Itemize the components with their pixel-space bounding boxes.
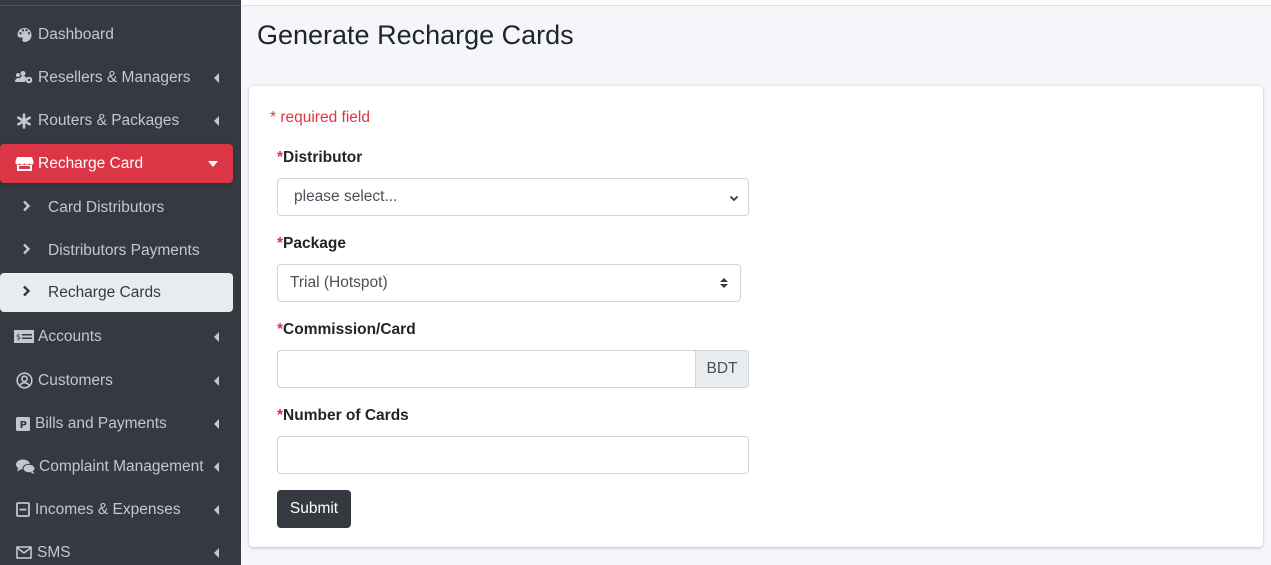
distributor-label: *Distributor [277, 149, 363, 166]
caret-down-icon [208, 160, 218, 167]
caret-left-icon [214, 115, 219, 126]
sidebar-item-label: Complaint Management [39, 457, 204, 475]
page-title: Generate Recharge Cards [257, 20, 574, 50]
caret-left-icon [214, 72, 219, 83]
palette-icon [14, 27, 34, 43]
chevron-right-icon [22, 243, 36, 258]
package-label: *Package [277, 235, 346, 252]
top-navbar [241, 0, 1271, 6]
distributor-select-value: please select... [294, 188, 398, 205]
package-select-value: Trial (Hotspot) [290, 274, 388, 291]
sidebar-item-routers-packages[interactable]: Routers & Packages [0, 101, 233, 140]
sidebar-subitem-distributors-payments[interactable]: Distributors Payments [0, 231, 233, 270]
users-cog-icon [14, 70, 34, 85]
envelope-icon [15, 546, 33, 559]
asterisk-icon [14, 112, 34, 129]
sidebar-item-label: Recharge Card [38, 154, 144, 172]
sidebar-item-accounts[interactable]: $ Accounts [0, 317, 233, 356]
minus-square-icon [15, 502, 31, 517]
sidebar-item-label: Dashboard [38, 25, 114, 43]
sidebar-divider [0, 0, 241, 6]
caret-left-icon [214, 375, 219, 386]
package-select[interactable]: Trial (Hotspot) [277, 264, 741, 302]
sidebar-item-customers[interactable]: Customers [0, 361, 233, 400]
caret-left-icon [214, 504, 219, 515]
sidebar-item-resellers-managers[interactable]: Resellers & Managers [0, 58, 233, 97]
commission-input[interactable] [277, 350, 695, 388]
caret-left-icon [214, 418, 219, 429]
commission-input-group: BDT [277, 350, 749, 388]
svg-text:$: $ [16, 333, 21, 342]
sidebar-item-complaint-management[interactable]: Complaint Management [0, 447, 233, 486]
sidebar-subitem-label: Recharge Cards [48, 283, 161, 301]
sidebar-item-label: Bills and Payments [35, 414, 167, 432]
sort-icon [720, 278, 728, 288]
sidebar-subitem-label: Card Distributors [48, 198, 165, 216]
sidebar-item-incomes-expenses[interactable]: Incomes & Expenses [0, 490, 233, 529]
sidebar-item-bills-payments[interactable]: P Bills and Payments [0, 404, 233, 443]
chevron-down-icon [728, 191, 740, 203]
sidebar-subitem-card-distributors[interactable]: Card Distributors [0, 188, 233, 227]
sidebar-subitem-recharge-cards[interactable]: Recharge Cards [0, 273, 233, 312]
chevron-right-icon [22, 285, 36, 300]
form-card: * required field *Distributor please sel… [249, 86, 1263, 547]
store-icon [14, 156, 34, 172]
comments-icon [15, 459, 35, 474]
sidebar-item-label: Resellers & Managers [38, 68, 191, 86]
sidebar-item-label: Accounts [38, 327, 102, 345]
chevron-right-icon [22, 200, 36, 215]
sidebar-item-dashboard[interactable]: Dashboard [0, 15, 233, 54]
number-of-cards-label: *Number of Cards [277, 407, 409, 424]
sidebar-item-recharge-card[interactable]: Recharge Card [0, 144, 233, 183]
number-of-cards-input[interactable] [277, 436, 749, 474]
distributor-select[interactable]: please select... [277, 178, 749, 216]
submit-button[interactable]: Submit [277, 490, 351, 528]
svg-text:P: P [20, 420, 27, 431]
user-circle-icon [14, 372, 34, 389]
caret-left-icon [214, 547, 219, 558]
caret-left-icon [214, 461, 219, 472]
sidebar-item-sms[interactable]: SMS [0, 533, 233, 565]
sidebar-item-label: Customers [38, 371, 113, 389]
caret-left-icon [214, 331, 219, 342]
sidebar-item-label: Routers & Packages [38, 111, 180, 129]
sidebar-item-label: Incomes & Expenses [35, 500, 181, 518]
sidebar-item-label: SMS [37, 543, 71, 561]
sidebar-subitem-label: Distributors Payments [48, 241, 200, 259]
parking-icon: P [15, 416, 31, 431]
sidebar: Dashboard Resellers & Managers Routers &… [0, 0, 241, 565]
currency-addon: BDT [695, 350, 749, 388]
commission-label: *Commission/Card [277, 321, 416, 338]
required-field-note: * required field [270, 109, 370, 126]
money-check-icon: $ [14, 330, 34, 343]
